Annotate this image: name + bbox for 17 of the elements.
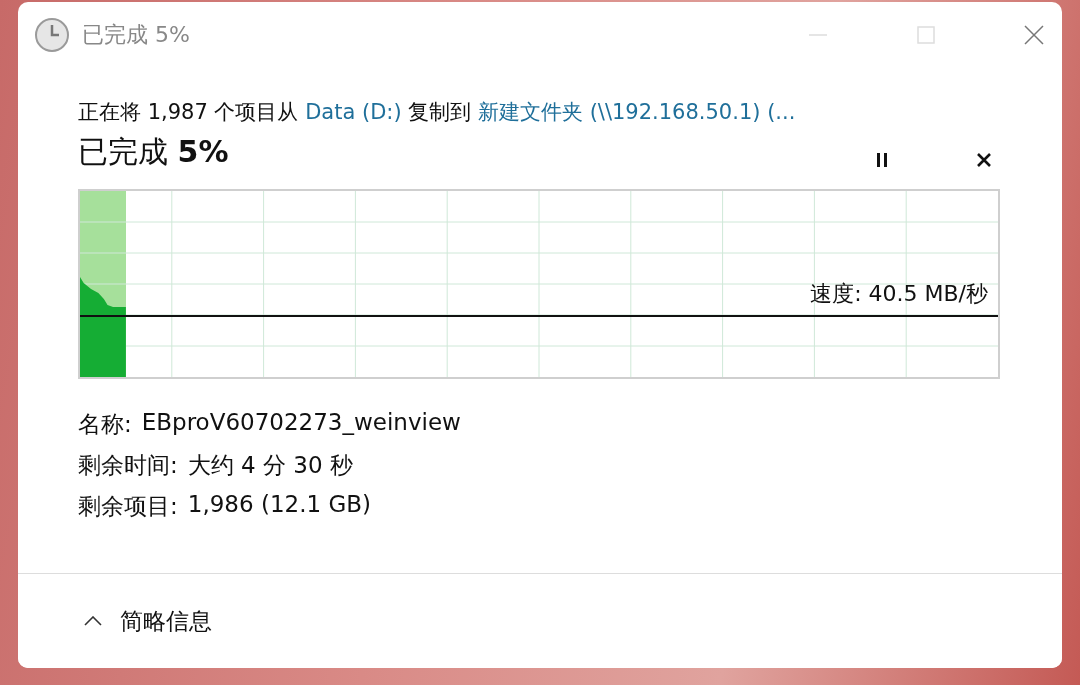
detail-value: 大约 4 分 30 秒 [187, 451, 353, 480]
close-icon[interactable] [976, 151, 992, 168]
detail-label: 剩余时间: [78, 451, 178, 480]
caret-icon [84, 616, 102, 626]
location-link[interactable]: 新建文件夹 (\\192.168.50.1) (... [477, 100, 796, 124]
pause-icon[interactable] [876, 151, 888, 168]
copy-description: 正在将 1,987 个项目从 Data (D:) 复制到 新建文件夹 (\\192.168.50.1) (... [78, 99, 797, 126]
window-title: 已完成 5% [82, 21, 190, 49]
clock-icon [34, 17, 70, 53]
detail-label: 名称: [78, 410, 132, 439]
detail-label: 剩余项目: [78, 492, 178, 521]
details-toggle[interactable]: 简略信息 [78, 601, 218, 641]
detail-value: 1,986 (12.1 GB) [187, 491, 371, 519]
speed-label: 速度: 40.5 MB/秒 [810, 280, 988, 308]
detail-value: EBproV60702273_weinview [141, 409, 461, 437]
progress-heading: 已完成 5% [78, 133, 229, 171]
location-link[interactable]: Data (D:) [305, 100, 402, 124]
